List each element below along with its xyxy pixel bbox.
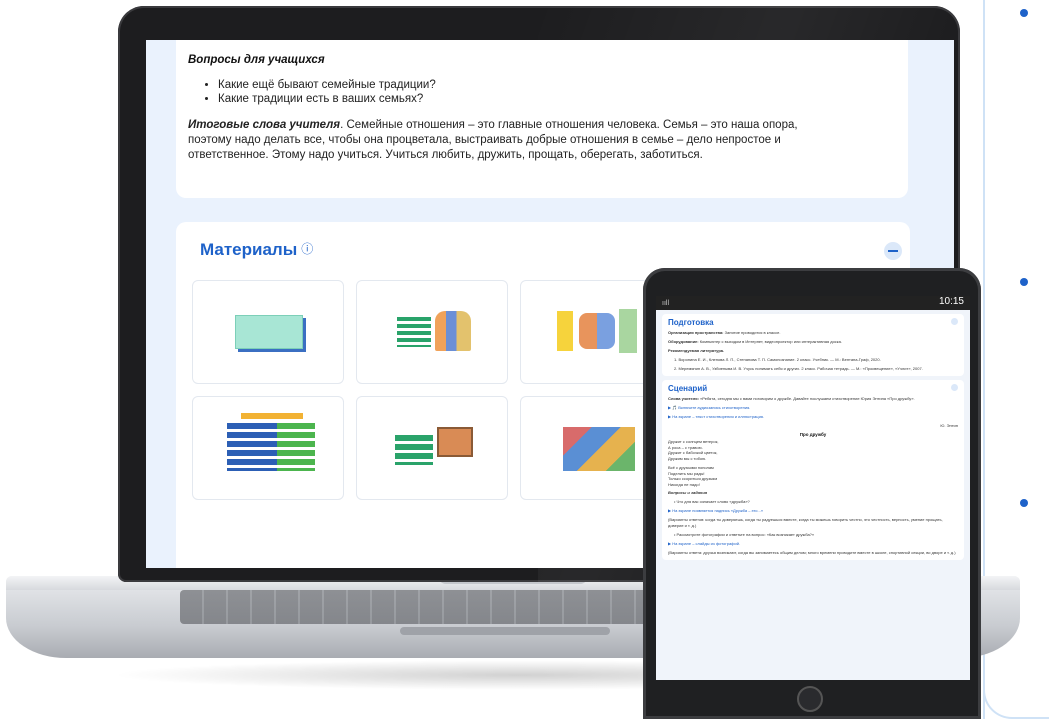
question-item: Какие традиции есть в ваших семьях? bbox=[218, 92, 896, 106]
questions-card: Вопросы для учащихся Какие ещё бывают се… bbox=[176, 40, 908, 198]
home-button[interactable] bbox=[797, 686, 823, 712]
screen-link[interactable]: ▶ На экране – текст стихотворения и иллю… bbox=[668, 414, 958, 420]
timeline-dot bbox=[1020, 499, 1028, 507]
summary-line: . Семейные отношения – это главные отнош… bbox=[340, 119, 798, 131]
summary-label: Итоговые слова учителя bbox=[188, 119, 341, 131]
scenario-title: Сценарий bbox=[668, 384, 708, 393]
summary-line: поэтому надо делать все, чтобы она процв… bbox=[188, 134, 781, 146]
timeline-dot bbox=[1020, 9, 1028, 17]
status-bar: ııll 10:15 bbox=[656, 296, 970, 310]
tablet-screen: ııll 10:15 Подготовка Организация простр… bbox=[656, 296, 970, 680]
qa-label: Вопросы и задания bbox=[668, 490, 708, 495]
laptop-touchpad bbox=[400, 627, 610, 635]
timeline-curve bbox=[983, 690, 1049, 719]
collapse-button[interactable] bbox=[884, 242, 902, 260]
page: Вопросы для учащихся Какие ещё бывают се… bbox=[0, 0, 1049, 719]
teacher-words: Слова учителя: «Ребята, сегодня мы с вам… bbox=[668, 396, 915, 401]
answer-text: (Варианты ответа: друзья возникают, когд… bbox=[668, 550, 956, 555]
prep-card: Подготовка Организация пространства: Зан… bbox=[662, 314, 964, 376]
scenario-card: Сценарий Слова учителя: «Ребята, сегодня… bbox=[662, 380, 964, 560]
screen-link[interactable]: ▶ На экране – слайды из фотографий. bbox=[668, 541, 958, 547]
material-thumbnail[interactable] bbox=[192, 280, 344, 384]
poem: Дружит с солнцем ветерок, А роса – с тра… bbox=[668, 439, 719, 487]
info-icon[interactable]: ⓘ bbox=[301, 240, 313, 257]
screen-link[interactable]: ▶ На экране появляется надпись «Дружба –… bbox=[668, 508, 958, 514]
poem-title: Про дружбу bbox=[799, 432, 827, 437]
prep-title: Подготовка bbox=[668, 318, 714, 327]
qa-item: • Рассмотрите фотографии и ответьте на в… bbox=[674, 532, 815, 537]
questions-heading: Вопросы для учащихся bbox=[188, 54, 325, 66]
questions-list: Какие ещё бывают семейные традиции? Каки… bbox=[218, 78, 896, 106]
poem-author: Ю. Энтин bbox=[940, 423, 958, 428]
material-thumbnail[interactable] bbox=[356, 396, 508, 500]
equipment-text: Оборудование: Компьютер с выходом в Инте… bbox=[668, 339, 842, 344]
audio-link[interactable]: ▶ 🎵 Включите аудиозапись стихотворения. bbox=[668, 405, 958, 411]
space-text: Организация пространства: Занятие провод… bbox=[668, 330, 781, 335]
material-thumbnail[interactable] bbox=[356, 280, 508, 384]
summary-line: ответственное. Этому надо учиться. Учить… bbox=[188, 149, 703, 161]
qa-item: • Что для вас означает слово «дружба»? bbox=[674, 499, 750, 504]
collapse-button[interactable] bbox=[951, 318, 958, 325]
teacher-summary: Итоговые слова учителя. Семейные отношен… bbox=[188, 118, 896, 163]
material-thumbnail[interactable] bbox=[192, 396, 344, 500]
literature-label: Рекомендуемая литература. bbox=[668, 348, 725, 353]
signal-icon: ııll bbox=[662, 300, 669, 307]
collapse-button[interactable] bbox=[951, 384, 958, 391]
literature-item: 2. Меремянин А. В., Узбиеныва И. В. Учус… bbox=[674, 366, 923, 371]
question-item: Какие ещё бывают семейные традиции? bbox=[218, 78, 896, 92]
literature-item: 1. Воронина Е. И., Клепова Л. П., Степан… bbox=[674, 357, 881, 362]
clock: 10:15 bbox=[938, 296, 964, 307]
materials-title: Материалы bbox=[200, 240, 298, 259]
timeline-dot bbox=[1020, 278, 1028, 286]
answer-text: (Варианты ответов: когда ты доверяешь, к… bbox=[668, 517, 943, 528]
